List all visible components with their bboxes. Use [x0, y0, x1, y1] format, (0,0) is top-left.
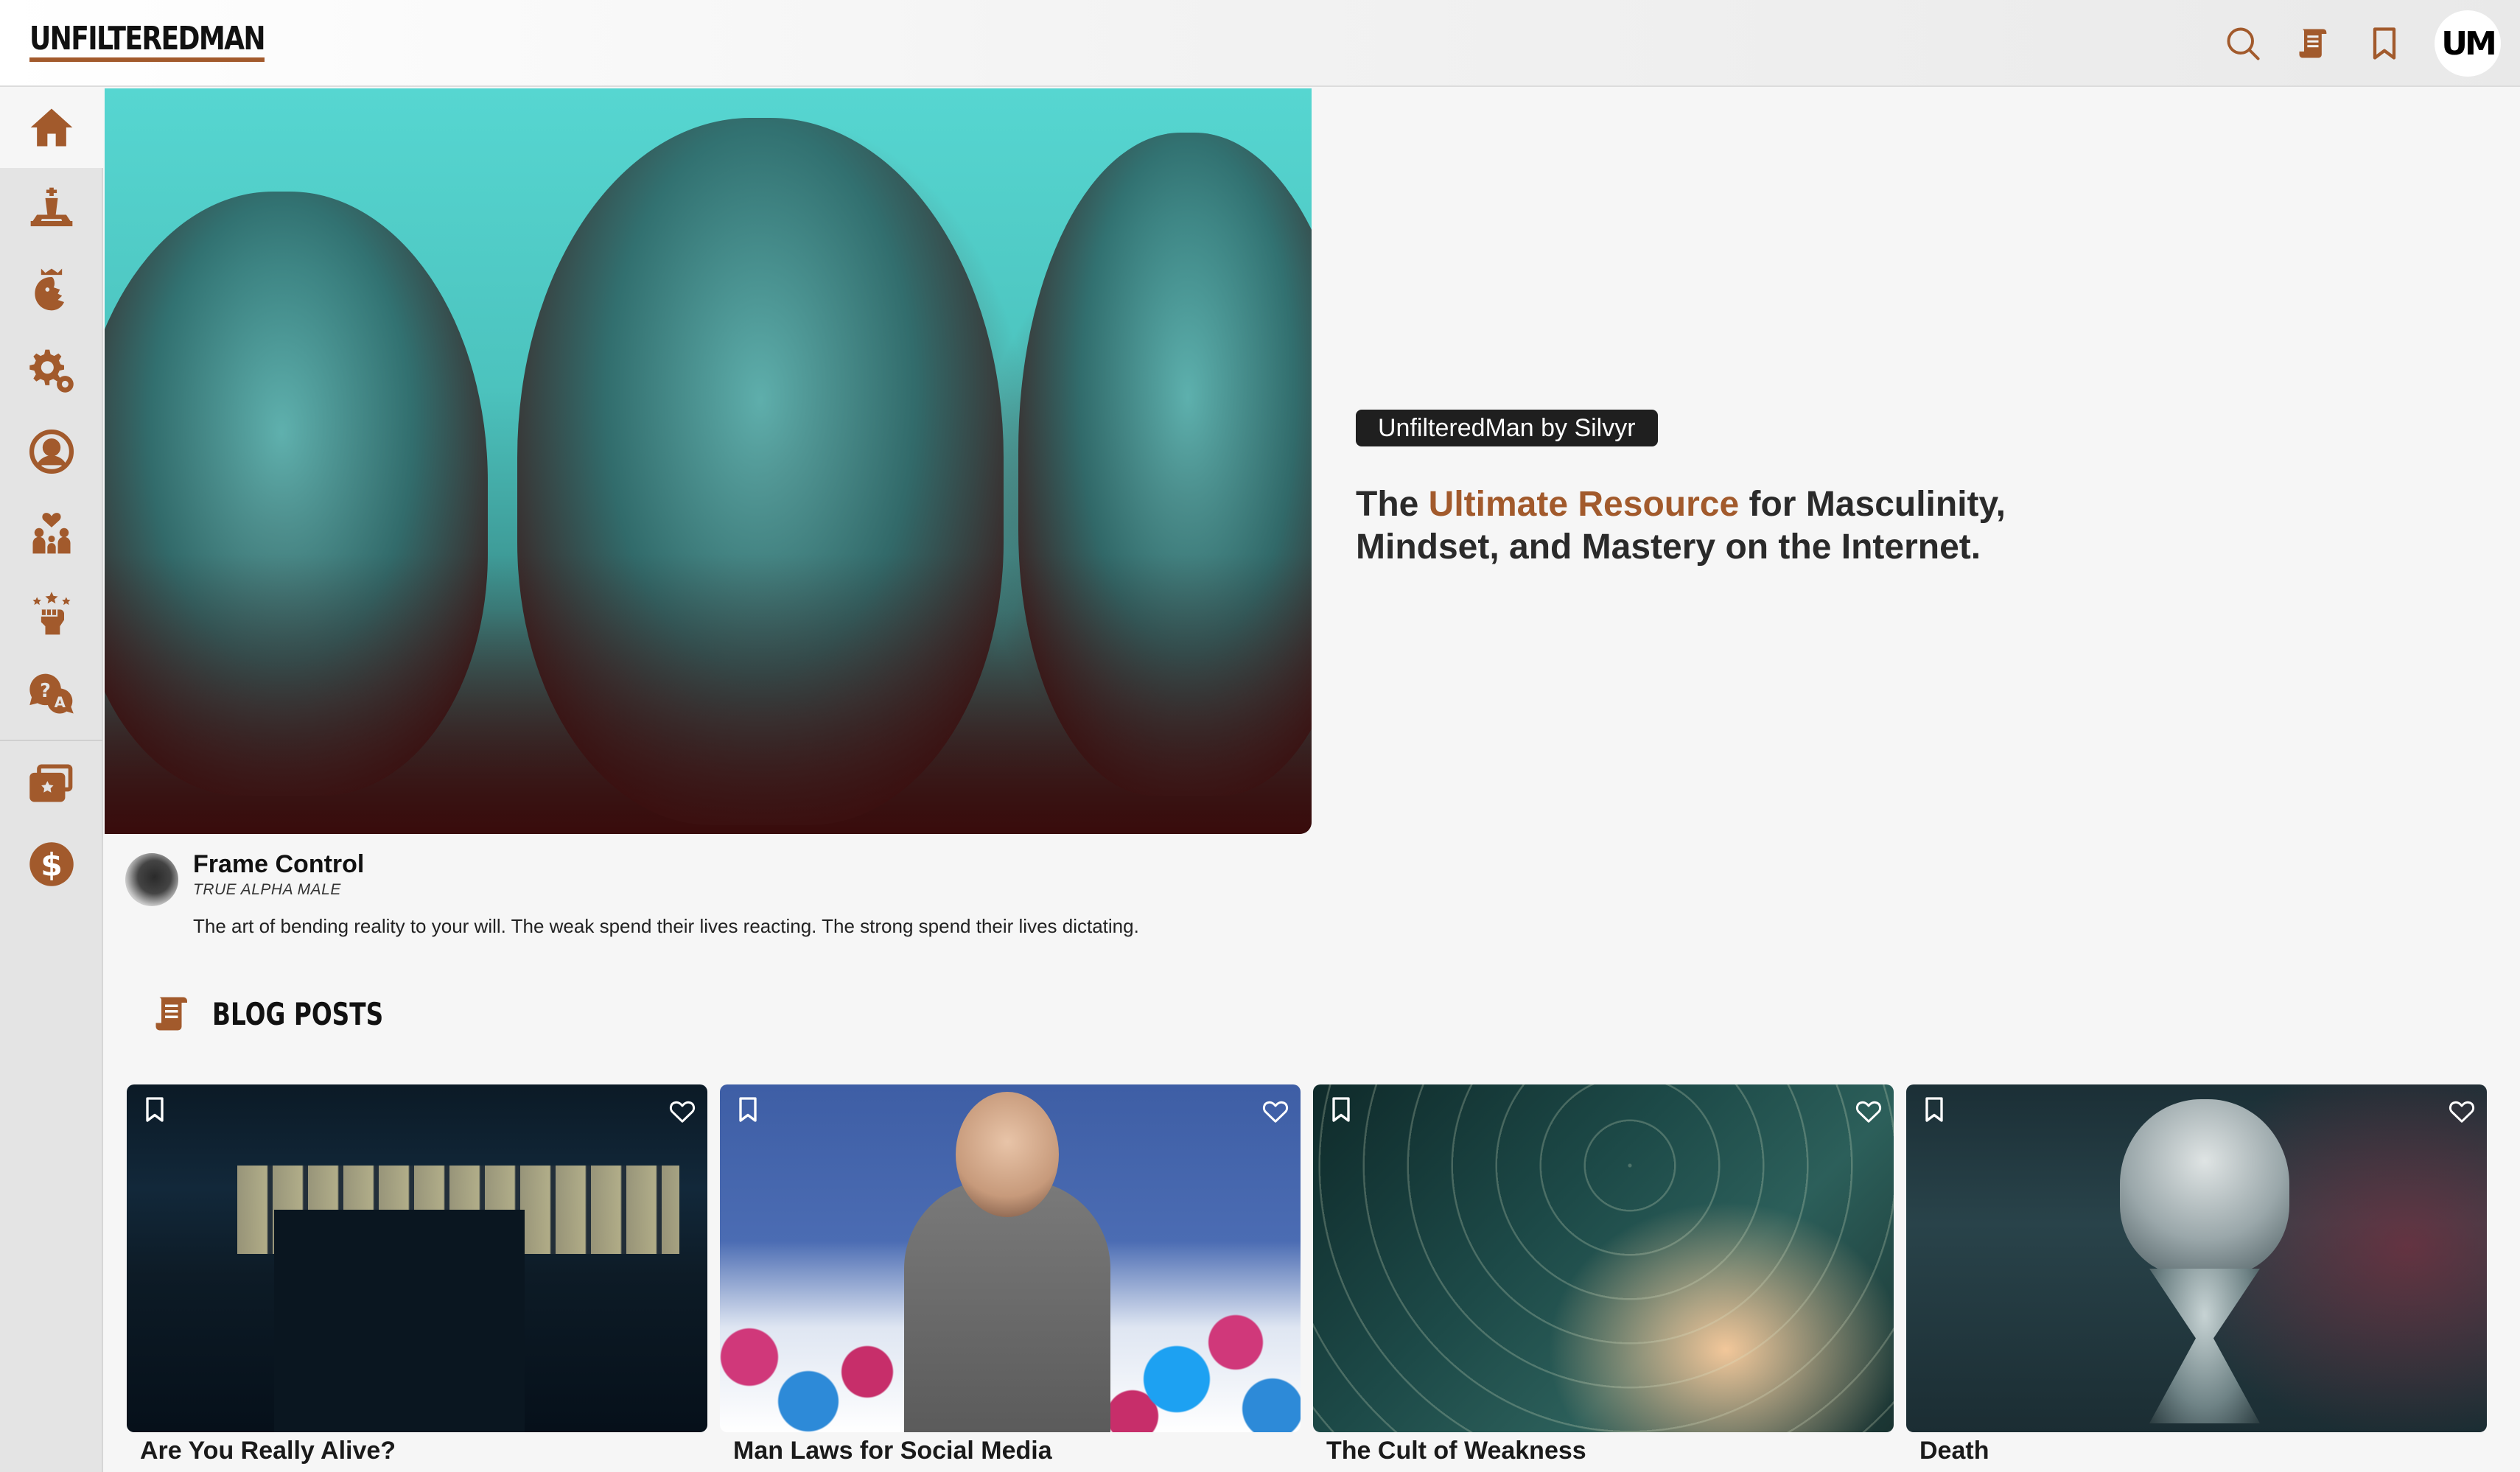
chess-icon [30, 187, 73, 227]
featured-subtitle: TRUE ALPHA MALE [193, 881, 341, 898]
gears-icon [29, 349, 74, 393]
blog-card[interactable]: The Cult of Weakness [1313, 1084, 1894, 1472]
ticket-star-icon [29, 764, 73, 802]
image-detail [2120, 1099, 2289, 1276]
sidebar-divider [0, 740, 103, 741]
sidebar-item-leadership[interactable] [0, 249, 103, 330]
featured-avatar [125, 853, 178, 906]
sidebar-item-strategy[interactable] [0, 168, 103, 249]
image-detail [956, 1092, 1059, 1217]
dollar-coin-icon: $ [29, 842, 74, 886]
lion-crown-icon [35, 268, 64, 311]
blog-card-image[interactable] [1313, 1084, 1894, 1432]
blog-card-title[interactable]: Man Laws for Social Media [733, 1437, 1052, 1465]
hero-badge: UnfilteredMan by Silvyr [1356, 410, 1658, 446]
site-logo[interactable]: UNFILTEREDMAN [29, 22, 266, 62]
image-detail [1313, 1084, 1894, 1432]
bookmark-icon[interactable] [1918, 1093, 1950, 1126]
headline-prefix: The [1356, 485, 1429, 524]
heart-icon[interactable] [1258, 1093, 1293, 1129]
bookmark-icon[interactable] [139, 1093, 171, 1126]
raised-fist-icon [32, 592, 71, 635]
sidebar: ? A $ [0, 87, 103, 1472]
svg-text:A: A [55, 694, 66, 711]
bookmark-icon[interactable] [732, 1093, 764, 1126]
featured-title[interactable]: Frame Control [193, 850, 364, 879]
image-detail [274, 1210, 525, 1432]
svg-text:$: $ [41, 848, 63, 884]
home-icon [30, 108, 73, 147]
heart-icon[interactable] [665, 1093, 700, 1129]
headline-accent: Ultimate Resource [1428, 485, 1740, 524]
sidebar-item-home[interactable] [0, 87, 103, 168]
question-answer-icon: ? A [29, 673, 74, 714]
sidebar-item-systems[interactable] [0, 330, 103, 411]
blog-card[interactable]: Man Laws for Social Media [720, 1084, 1301, 1472]
blog-card-image[interactable] [1906, 1084, 2487, 1432]
scroll-icon [155, 997, 187, 1031]
hero-shade [105, 554, 1312, 834]
hero-image[interactable] [105, 88, 1312, 834]
user-circle-icon [29, 429, 74, 474]
scroll-icon[interactable] [2293, 23, 2334, 64]
bookmark-icon[interactable] [1325, 1093, 1357, 1126]
featured-description: The art of bending reality to your will.… [193, 915, 1139, 937]
blog-card[interactable]: Death [1906, 1084, 2487, 1472]
blog-section-header: BLOG POSTS [150, 990, 432, 1037]
blog-card-title[interactable]: The Cult of Weakness [1326, 1437, 1586, 1465]
sidebar-item-power[interactable] [0, 573, 103, 654]
top-bar: UNFILTEREDMAN UM [0, 0, 2520, 87]
sidebar-item-faq[interactable]: ? A [0, 654, 103, 735]
blog-card[interactable]: Are You Really Alive? [127, 1084, 707, 1472]
hero-text: UnfilteredMan by Silvyr The Ultimate Res… [1356, 410, 2107, 569]
heart-icon[interactable] [1851, 1093, 1886, 1129]
hero-headline: The Ultimate Resource for Masculinity, M… [1356, 483, 2107, 569]
sidebar-item-pricing[interactable]: $ [0, 824, 103, 905]
top-actions: UM [2222, 10, 2501, 77]
sidebar-item-relationships[interactable] [0, 492, 103, 573]
image-detail [2149, 1269, 2260, 1423]
blog-card-image[interactable] [720, 1084, 1301, 1432]
search-icon[interactable] [2222, 23, 2264, 64]
blog-card-image[interactable] [127, 1084, 707, 1432]
user-avatar[interactable]: UM [2435, 10, 2501, 77]
sidebar-item-profile[interactable] [0, 411, 103, 492]
blog-card-title[interactable]: Are You Really Alive? [140, 1437, 396, 1465]
section-title: BLOG POSTS [212, 995, 384, 1032]
family-heart-icon [32, 513, 71, 554]
image-detail [904, 1180, 1110, 1432]
heart-icon[interactable] [2444, 1093, 2479, 1129]
sidebar-item-membership[interactable] [0, 743, 103, 824]
blog-card-title[interactable]: Death [1919, 1437, 1989, 1465]
blog-post-list: Are You Really Alive? Man Laws for Socia… [127, 1084, 2488, 1472]
bookmark-icon[interactable] [2364, 23, 2405, 64]
